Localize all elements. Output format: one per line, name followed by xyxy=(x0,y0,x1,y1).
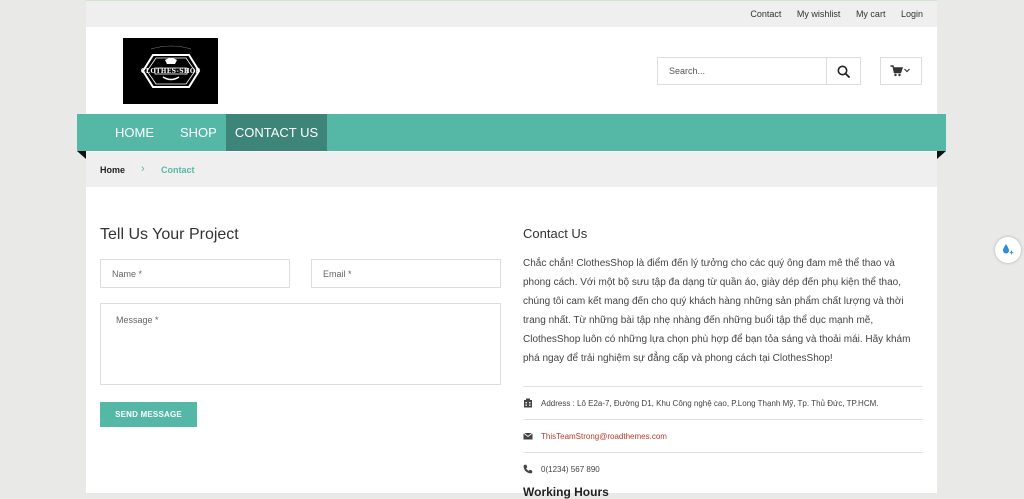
breadcrumb: Home › Contact xyxy=(86,152,937,187)
search-box xyxy=(657,57,861,85)
top-link-login[interactable]: Login xyxy=(901,9,923,19)
form-title: Tell Us Your Project xyxy=(100,226,239,243)
top-link-contact[interactable]: Contact xyxy=(750,9,781,19)
top-bar: Contact My wishlist My cart Login xyxy=(86,1,937,27)
address-row: Address : Lô E2a-7, Đường D1, Khu Công n… xyxy=(523,386,923,419)
logo-text: CLOTHES-SHOP xyxy=(140,68,201,75)
breadcrumb-current: Contact xyxy=(161,165,195,175)
nav-fold-right xyxy=(937,151,946,159)
nav-item-shop[interactable]: SHOP xyxy=(180,114,217,151)
top-links: Contact My wishlist My cart Login xyxy=(737,9,923,19)
breadcrumb-home[interactable]: Home xyxy=(100,165,125,175)
floating-widget-button[interactable] xyxy=(995,237,1021,263)
building-icon xyxy=(524,398,532,408)
envelope-icon xyxy=(523,432,533,440)
search-button[interactable] xyxy=(826,58,860,84)
message-field[interactable] xyxy=(100,303,501,385)
email-link[interactable]: ThisTeamStrong@roadthemes.com xyxy=(541,432,667,441)
nav-fold-left xyxy=(77,151,86,159)
name-field[interactable] xyxy=(100,259,290,288)
cart-icon xyxy=(890,65,910,77)
phone-row: 0(1234) 567 890 xyxy=(523,452,923,485)
search-input[interactable] xyxy=(658,58,829,84)
send-message-button[interactable]: SEND MESSAGE xyxy=(100,402,197,427)
site-logo[interactable]: CLOTHES-SHOP xyxy=(123,38,218,104)
email-field[interactable] xyxy=(311,259,501,288)
nav-item-home[interactable]: HOME xyxy=(115,114,154,151)
top-link-wishlist[interactable]: My wishlist xyxy=(797,9,841,19)
phone-icon xyxy=(523,464,533,474)
chevron-right-icon: › xyxy=(141,163,145,175)
nav-item-contact-us[interactable]: CONTACT US xyxy=(226,114,327,151)
email-row: ThisTeamStrong@roadthemes.com xyxy=(523,419,923,452)
phone-text: 0(1234) 567 890 xyxy=(541,465,600,474)
top-link-cart[interactable]: My cart xyxy=(856,9,886,19)
search-icon xyxy=(837,65,850,78)
contact-description: Chắc chắn! ClothesShop là điểm đến lý tư… xyxy=(523,258,911,364)
contact-title: Contact Us xyxy=(523,226,588,241)
main-nav: HOME SHOP CONTACT US xyxy=(77,114,946,151)
water-drop-icon xyxy=(1003,244,1014,255)
cart-button[interactable] xyxy=(880,57,922,85)
working-hours-title: Working Hours xyxy=(523,485,609,499)
page-container: Contact My wishlist My cart Login CLOTHE… xyxy=(86,0,937,499)
address-text: Address : Lô E2a-7, Đường D1, Khu Công n… xyxy=(541,399,879,408)
